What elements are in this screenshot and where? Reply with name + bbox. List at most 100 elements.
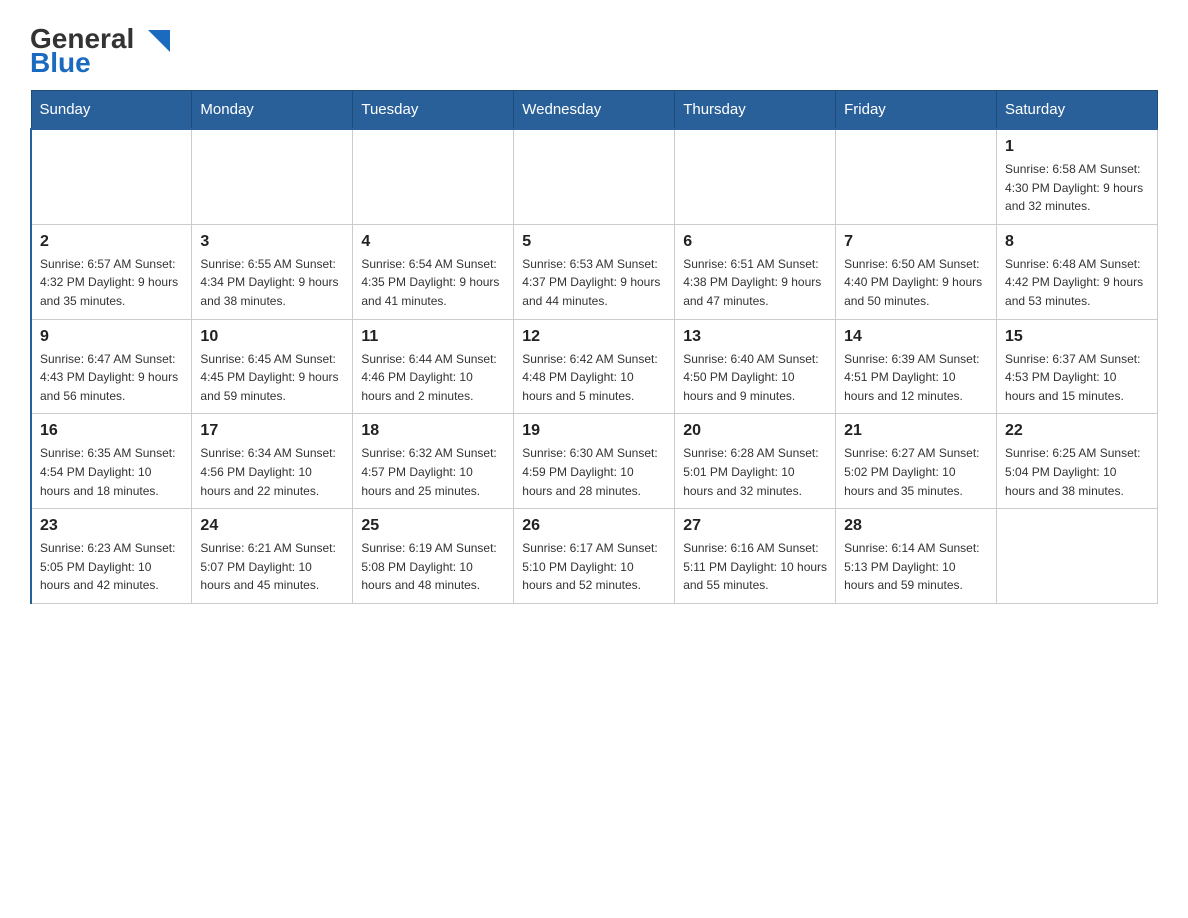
day-number: 25 bbox=[361, 517, 505, 535]
days-of-week-row: SundayMondayTuesdayWednesdayThursdayFrid… bbox=[31, 91, 1158, 130]
day-number: 20 bbox=[683, 422, 827, 440]
day-info: Sunrise: 6:28 AM Sunset: 5:01 PM Dayligh… bbox=[683, 444, 827, 500]
day-info: Sunrise: 6:17 AM Sunset: 5:10 PM Dayligh… bbox=[522, 539, 666, 595]
day-header-thursday: Thursday bbox=[675, 91, 836, 130]
day-number: 10 bbox=[200, 328, 344, 346]
calendar-cell: 22 Sunrise: 6:25 AM Sunset: 5:04 PM Dayli… bbox=[997, 414, 1158, 509]
day-number: 23 bbox=[40, 517, 183, 535]
calendar-cell: 10 Sunrise: 6:45 AM Sunset: 4:45 PM Dayli… bbox=[192, 319, 353, 414]
day-number: 12 bbox=[522, 328, 666, 346]
calendar-cell: 8Sunrise: 6:48 AM Sunset: 4:42 PM Daylig… bbox=[997, 224, 1158, 319]
calendar-cell bbox=[192, 129, 353, 224]
day-header-tuesday: Tuesday bbox=[353, 91, 514, 130]
day-header-monday: Monday bbox=[192, 91, 353, 130]
day-number: 1 bbox=[1005, 138, 1149, 156]
day-info: Sunrise: 6:30 AM Sunset: 4:59 PM Dayligh… bbox=[522, 444, 666, 500]
calendar-cell: 6 Sunrise: 6:51 AM Sunset: 4:38 PM Daylig… bbox=[675, 224, 836, 319]
day-info: Sunrise: 6:37 AM Sunset: 4:53 PM Dayligh… bbox=[1005, 350, 1149, 406]
calendar-cell: 21 Sunrise: 6:27 AM Sunset: 5:02 PM Dayli… bbox=[836, 414, 997, 509]
calendar-cell bbox=[997, 509, 1158, 604]
calendar-cell: 3 Sunrise: 6:55 AM Sunset: 4:34 PM Daylig… bbox=[192, 224, 353, 319]
calendar-cell bbox=[31, 129, 192, 224]
page-header: GeneralBlue bbox=[30, 20, 1158, 80]
day-info: Sunrise: 6:25 AM Sunset: 5:04 PM Dayligh… bbox=[1005, 444, 1149, 500]
day-header-saturday: Saturday bbox=[997, 91, 1158, 130]
day-info: Sunrise: 6:27 AM Sunset: 5:02 PM Dayligh… bbox=[844, 444, 988, 500]
calendar-cell: 4 Sunrise: 6:54 AM Sunset: 4:35 PM Daylig… bbox=[353, 224, 514, 319]
day-info: Sunrise: 6:16 AM Sunset: 5:11 PM Dayligh… bbox=[683, 539, 827, 595]
calendar-week-1: 1 Sunrise: 6:58 AM Sunset: 4:30 PM Daylig… bbox=[31, 129, 1158, 224]
day-info: Sunrise: 6:42 AM Sunset: 4:48 PM Dayligh… bbox=[522, 350, 666, 406]
day-info: Sunrise: 6:21 AM Sunset: 5:07 PM Dayligh… bbox=[200, 539, 344, 595]
calendar-cell: 13 Sunrise: 6:40 AM Sunset: 4:50 PM Dayli… bbox=[675, 319, 836, 414]
calendar-week-3: 9Sunrise: 6:47 AM Sunset: 4:43 PM Daylig… bbox=[31, 319, 1158, 414]
day-number: 5 bbox=[522, 233, 666, 251]
day-info: Sunrise: 6:14 AM Sunset: 5:13 PM Dayligh… bbox=[844, 539, 988, 595]
day-info: Sunrise: 6:53 AM Sunset: 4:37 PM Dayligh… bbox=[522, 255, 666, 311]
day-header-sunday: Sunday bbox=[31, 91, 192, 130]
day-info: Sunrise: 6:44 AM Sunset: 4:46 PM Dayligh… bbox=[361, 350, 505, 406]
day-info: Sunrise: 6:40 AM Sunset: 4:50 PM Dayligh… bbox=[683, 350, 827, 406]
calendar-cell: 11 Sunrise: 6:44 AM Sunset: 4:46 PM Dayli… bbox=[353, 319, 514, 414]
calendar-week-2: 2Sunrise: 6:57 AM Sunset: 4:32 PM Daylig… bbox=[31, 224, 1158, 319]
calendar-cell: 18 Sunrise: 6:32 AM Sunset: 4:57 PM Dayli… bbox=[353, 414, 514, 509]
calendar-week-4: 16 Sunrise: 6:35 AM Sunset: 4:54 PM Dayli… bbox=[31, 414, 1158, 509]
calendar-cell: 25 Sunrise: 6:19 AM Sunset: 5:08 PM Dayli… bbox=[353, 509, 514, 604]
calendar-cell: 26 Sunrise: 6:17 AM Sunset: 5:10 PM Dayli… bbox=[514, 509, 675, 604]
calendar-cell: 9Sunrise: 6:47 AM Sunset: 4:43 PM Daylig… bbox=[31, 319, 192, 414]
day-number: 4 bbox=[361, 233, 505, 251]
day-number: 6 bbox=[683, 233, 827, 251]
day-info: Sunrise: 6:50 AM Sunset: 4:40 PM Dayligh… bbox=[844, 255, 988, 311]
day-number: 9 bbox=[40, 328, 183, 346]
day-number: 19 bbox=[522, 422, 666, 440]
day-info: Sunrise: 6:54 AM Sunset: 4:35 PM Dayligh… bbox=[361, 255, 505, 311]
calendar-cell: 1 Sunrise: 6:58 AM Sunset: 4:30 PM Daylig… bbox=[997, 129, 1158, 224]
day-info: Sunrise: 6:48 AM Sunset: 4:42 PM Dayligh… bbox=[1005, 255, 1149, 311]
calendar-cell: 2Sunrise: 6:57 AM Sunset: 4:32 PM Daylig… bbox=[31, 224, 192, 319]
day-number: 18 bbox=[361, 422, 505, 440]
svg-text:Blue: Blue bbox=[30, 47, 91, 78]
calendar-cell: 23 Sunrise: 6:23 AM Sunset: 5:05 PM Dayli… bbox=[31, 509, 192, 604]
day-number: 7 bbox=[844, 233, 988, 251]
calendar-cell bbox=[836, 129, 997, 224]
calendar-cell: 24 Sunrise: 6:21 AM Sunset: 5:07 PM Dayli… bbox=[192, 509, 353, 604]
calendar-cell: 12 Sunrise: 6:42 AM Sunset: 4:48 PM Dayli… bbox=[514, 319, 675, 414]
calendar-table: SundayMondayTuesdayWednesdayThursdayFrid… bbox=[30, 90, 1158, 604]
day-number: 15 bbox=[1005, 328, 1149, 346]
calendar-cell: 16 Sunrise: 6:35 AM Sunset: 4:54 PM Dayli… bbox=[31, 414, 192, 509]
day-info: Sunrise: 6:51 AM Sunset: 4:38 PM Dayligh… bbox=[683, 255, 827, 311]
calendar-cell: 17 Sunrise: 6:34 AM Sunset: 4:56 PM Dayli… bbox=[192, 414, 353, 509]
calendar-cell: 27 Sunrise: 6:16 AM Sunset: 5:11 PM Dayli… bbox=[675, 509, 836, 604]
day-number: 24 bbox=[200, 517, 344, 535]
logo: GeneralBlue bbox=[30, 20, 190, 80]
day-number: 21 bbox=[844, 422, 988, 440]
calendar-cell: 19 Sunrise: 6:30 AM Sunset: 4:59 PM Dayli… bbox=[514, 414, 675, 509]
day-info: Sunrise: 6:34 AM Sunset: 4:56 PM Dayligh… bbox=[200, 444, 344, 500]
day-number: 17 bbox=[200, 422, 344, 440]
calendar-cell bbox=[514, 129, 675, 224]
calendar-cell: 20 Sunrise: 6:28 AM Sunset: 5:01 PM Dayli… bbox=[675, 414, 836, 509]
day-number: 13 bbox=[683, 328, 827, 346]
day-number: 28 bbox=[844, 517, 988, 535]
day-number: 16 bbox=[40, 422, 183, 440]
day-header-wednesday: Wednesday bbox=[514, 91, 675, 130]
day-info: Sunrise: 6:58 AM Sunset: 4:30 PM Dayligh… bbox=[1005, 160, 1149, 216]
day-info: Sunrise: 6:19 AM Sunset: 5:08 PM Dayligh… bbox=[361, 539, 505, 595]
day-info: Sunrise: 6:45 AM Sunset: 4:45 PM Dayligh… bbox=[200, 350, 344, 406]
day-number: 22 bbox=[1005, 422, 1149, 440]
calendar-cell: 7 Sunrise: 6:50 AM Sunset: 4:40 PM Daylig… bbox=[836, 224, 997, 319]
day-number: 14 bbox=[844, 328, 988, 346]
day-info: Sunrise: 6:55 AM Sunset: 4:34 PM Dayligh… bbox=[200, 255, 344, 311]
day-number: 26 bbox=[522, 517, 666, 535]
day-number: 3 bbox=[200, 233, 344, 251]
day-info: Sunrise: 6:32 AM Sunset: 4:57 PM Dayligh… bbox=[361, 444, 505, 500]
day-info: Sunrise: 6:23 AM Sunset: 5:05 PM Dayligh… bbox=[40, 539, 183, 595]
calendar-body: 1 Sunrise: 6:58 AM Sunset: 4:30 PM Daylig… bbox=[31, 129, 1158, 603]
calendar-cell: 15 Sunrise: 6:37 AM Sunset: 4:53 PM Dayli… bbox=[997, 319, 1158, 414]
day-info: Sunrise: 6:35 AM Sunset: 4:54 PM Dayligh… bbox=[40, 444, 183, 500]
calendar-week-5: 23 Sunrise: 6:23 AM Sunset: 5:05 PM Dayli… bbox=[31, 509, 1158, 604]
day-number: 11 bbox=[361, 328, 505, 346]
day-number: 27 bbox=[683, 517, 827, 535]
day-info: Sunrise: 6:39 AM Sunset: 4:51 PM Dayligh… bbox=[844, 350, 988, 406]
day-info: Sunrise: 6:57 AM Sunset: 4:32 PM Dayligh… bbox=[40, 255, 183, 311]
